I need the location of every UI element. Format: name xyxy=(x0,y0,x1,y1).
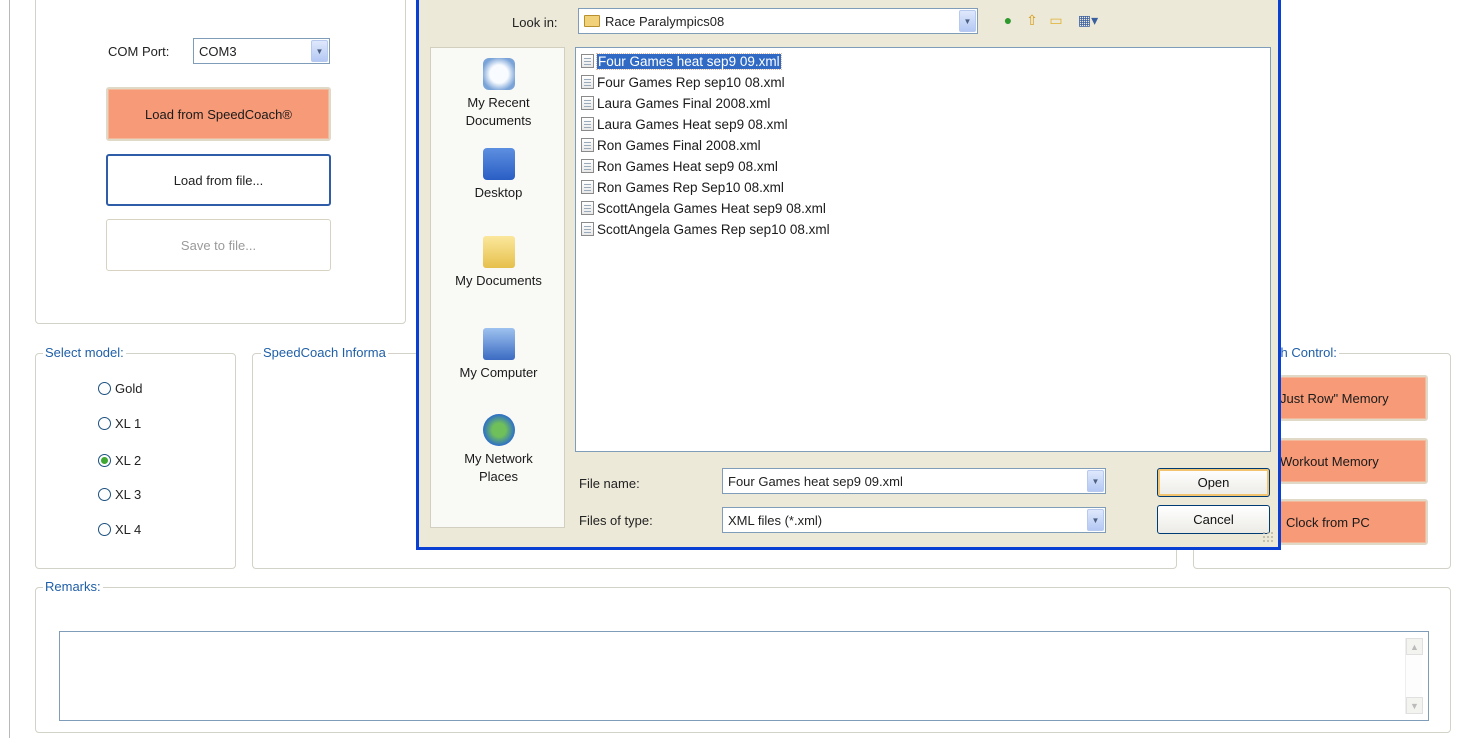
back-icon[interactable]: ● xyxy=(999,11,1017,29)
look-in-label: Look in: xyxy=(512,15,558,30)
open-button[interactable]: Open xyxy=(1157,468,1270,497)
clock-from-pc-button[interactable]: Clock from PC xyxy=(1262,499,1428,545)
xml-file-icon xyxy=(581,75,594,89)
file-name-label: File name: xyxy=(579,476,640,491)
radio-button[interactable] xyxy=(98,417,111,430)
place-desktop[interactable]: Desktop xyxy=(431,148,566,202)
com-port-value: COM3 xyxy=(199,43,237,59)
com-port-select[interactable]: COM3 ▼ xyxy=(193,38,330,64)
scroll-down-icon[interactable]: ▼ xyxy=(1406,697,1423,714)
cancel-button[interactable]: Cancel xyxy=(1157,505,1270,534)
xml-file-icon xyxy=(581,159,594,173)
xml-file-icon xyxy=(581,222,594,236)
file-name-input[interactable]: Four Games heat sep9 09.xml ▼ xyxy=(722,468,1106,494)
chevron-down-icon[interactable]: ▼ xyxy=(1087,509,1104,531)
radio-button[interactable] xyxy=(98,488,111,501)
model-option-xl3[interactable]: XL 3 xyxy=(98,487,141,502)
up-folder-icon[interactable]: ⇧ xyxy=(1023,11,1041,29)
model-option-label: XL 2 xyxy=(115,453,142,468)
xml-file-icon xyxy=(581,138,594,152)
com-port-label: COM Port: xyxy=(108,44,170,59)
save-to-file-label: Save to file... xyxy=(180,237,257,253)
remarks-scrollbar[interactable]: ▲ ▼ xyxy=(1405,638,1423,714)
file-item[interactable]: Laura Games Final 2008.xml xyxy=(581,94,770,112)
chevron-down-icon[interactable]: ▼ xyxy=(311,40,328,62)
look-in-value: Race Paralympics08 xyxy=(605,13,725,29)
place-label: Desktop xyxy=(474,185,523,200)
model-option-label: XL 4 xyxy=(115,522,142,537)
place-my-network[interactable]: My Network Places xyxy=(431,414,566,486)
place-recent-documents[interactable]: My Recent Documents xyxy=(431,58,566,130)
file-type-value: XML files (*.xml) xyxy=(728,512,823,528)
place-label: My Recent Documents xyxy=(465,95,532,128)
place-label: My Computer xyxy=(459,365,538,380)
network-places-icon xyxy=(482,414,515,446)
speedcoach-info-legend: SpeedCoach Informa xyxy=(261,345,388,360)
model-option-label: XL 1 xyxy=(115,416,142,431)
model-option-xl4[interactable]: XL 4 xyxy=(98,522,141,537)
model-option-xl1[interactable]: XL 1 xyxy=(98,416,141,431)
recent-documents-icon xyxy=(482,58,515,90)
open-button-label: Open xyxy=(1197,475,1230,490)
save-to-file-button[interactable]: Save to file... xyxy=(106,219,331,271)
xml-file-icon xyxy=(581,201,594,215)
load-from-file-label: Load from file... xyxy=(173,172,264,188)
radio-button[interactable] xyxy=(98,523,111,536)
file-item[interactable]: ScottAngela Games Heat sep9 08.xml xyxy=(581,199,826,217)
xml-file-icon xyxy=(581,54,594,68)
load-from-file-button[interactable]: Load from file... xyxy=(106,154,331,206)
clock-from-pc-label: Clock from PC xyxy=(1286,514,1370,530)
load-from-speedcoach-button[interactable]: Load from SpeedCoach® xyxy=(106,87,331,141)
file-item[interactable]: ScottAngela Games Rep sep10 08.xml xyxy=(581,220,830,238)
file-name-value: Four Games heat sep9 09.xml xyxy=(728,473,903,489)
remarks-textarea[interactable]: ▲ ▼ xyxy=(59,631,1429,721)
chevron-down-icon[interactable]: ▼ xyxy=(1087,470,1104,492)
model-option-gold[interactable]: Gold xyxy=(98,381,142,396)
workout-memory-button[interactable]: Workout Memory xyxy=(1262,438,1428,484)
speedcoach-control-legend: ch Control: xyxy=(1272,345,1339,360)
desktop-icon xyxy=(482,148,515,180)
xml-file-icon xyxy=(581,117,594,131)
file-type-label: Files of type: xyxy=(579,513,653,528)
file-item[interactable]: Ron Games Rep Sep10 08.xml xyxy=(581,178,784,196)
file-item[interactable]: Ron Games Heat sep9 08.xml xyxy=(581,157,778,175)
just-row-memory-label: Just Row" Memory xyxy=(1280,390,1389,406)
model-option-label: Gold xyxy=(115,381,143,396)
place-label: My Documents xyxy=(455,273,542,288)
file-item[interactable]: Four Games Rep sep10 08.xml xyxy=(581,73,785,91)
my-computer-icon xyxy=(482,328,515,360)
model-option-label: XL 3 xyxy=(115,487,142,502)
open-file-dialog: Look in: Race Paralympics08 ▼ ● ⇧ ▭ ▦▾ M… xyxy=(416,0,1281,550)
places-bar: My Recent Documents Desktop My Documents… xyxy=(430,47,565,528)
look-in-select[interactable]: Race Paralympics08 ▼ xyxy=(578,8,978,34)
resize-grip-icon[interactable] xyxy=(1262,531,1274,543)
folder-icon xyxy=(584,15,600,27)
radio-button-checked[interactable] xyxy=(98,454,111,467)
file-item[interactable]: Laura Games Heat sep9 08.xml xyxy=(581,115,788,133)
xml-file-icon xyxy=(581,180,594,194)
radio-button[interactable] xyxy=(98,382,111,395)
new-folder-icon[interactable]: ▭ xyxy=(1047,11,1065,29)
place-label: My Network Places xyxy=(464,451,533,484)
load-from-speedcoach-label: Load from SpeedCoach® xyxy=(145,106,292,122)
remarks-legend: Remarks: xyxy=(43,579,103,594)
file-list[interactable]: Four Games heat sep9 09.xml Four Games R… xyxy=(575,47,1271,452)
model-option-xl2[interactable]: XL 2 xyxy=(98,453,141,468)
chevron-down-icon[interactable]: ▼ xyxy=(959,10,976,32)
file-item[interactable]: Ron Games Final 2008.xml xyxy=(581,136,761,154)
workout-memory-label: Workout Memory xyxy=(1280,453,1379,469)
file-item-selected[interactable]: Four Games heat sep9 09.xml xyxy=(581,52,782,70)
scroll-up-icon[interactable]: ▲ xyxy=(1406,638,1423,655)
select-model-legend: Select model: xyxy=(43,345,126,360)
cancel-button-label: Cancel xyxy=(1193,512,1234,527)
my-documents-icon xyxy=(482,236,515,268)
xml-file-icon xyxy=(581,96,594,110)
views-menu-icon[interactable]: ▦▾ xyxy=(1071,11,1105,29)
window-left-border xyxy=(9,0,10,738)
place-my-computer[interactable]: My Computer xyxy=(431,328,566,382)
place-my-documents[interactable]: My Documents xyxy=(431,236,566,290)
just-row-memory-button[interactable]: Just Row" Memory xyxy=(1262,375,1428,421)
file-type-select[interactable]: XML files (*.xml) ▼ xyxy=(722,507,1106,533)
